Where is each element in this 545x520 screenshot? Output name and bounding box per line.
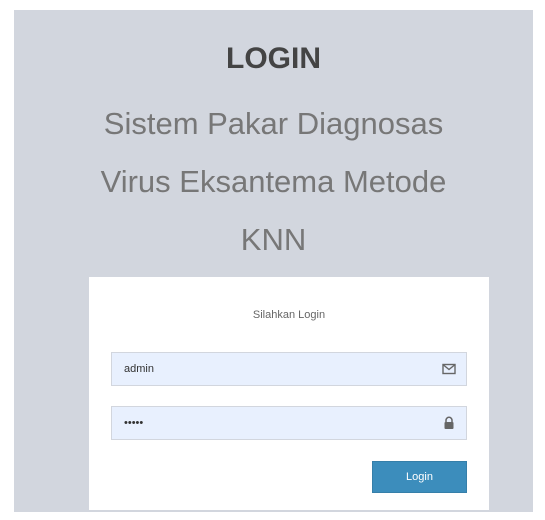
password-field xyxy=(111,406,467,440)
username-field xyxy=(111,352,467,386)
subtitle-line-1: Sistem Pakar Diagnosas xyxy=(103,106,444,141)
subtitle-line-3: KNN xyxy=(240,222,307,257)
login-message: Silahkan Login xyxy=(252,309,326,321)
lock-icon xyxy=(444,416,454,429)
envelope-icon xyxy=(442,363,456,375)
login-page: LOGIN Sistem Pakar Diagnosas Virus Eksan… xyxy=(14,10,533,512)
page-title: LOGIN xyxy=(226,42,321,75)
app-subtitle: Sistem Pakar Diagnosas Virus Eksantema M… xyxy=(14,95,533,269)
subtitle-line-2: Virus Eksantema Metode xyxy=(100,164,447,199)
username-input[interactable] xyxy=(112,353,466,385)
login-box: Silahkan Login Login xyxy=(89,277,489,510)
password-input[interactable] xyxy=(112,407,466,439)
login-button[interactable]: Login xyxy=(372,461,467,493)
